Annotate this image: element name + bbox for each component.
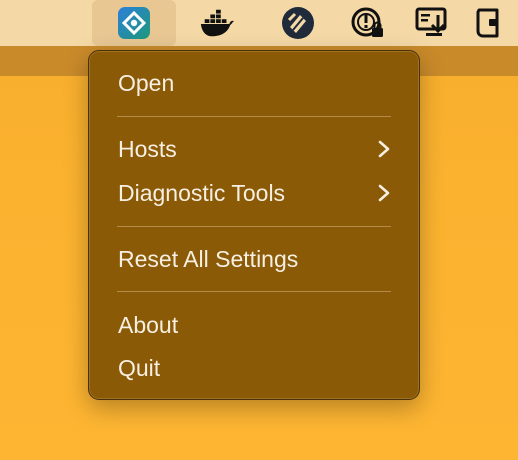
- menu-item-label: Quit: [118, 354, 161, 381]
- chevron-right-icon: [378, 184, 390, 202]
- chevron-right-icon: [378, 140, 390, 158]
- vpn-tray-button[interactable]: [350, 5, 386, 41]
- menu-item-hosts[interactable]: Hosts: [90, 129, 418, 169]
- menu-item-quit[interactable]: Quit: [90, 348, 418, 388]
- download-display-icon: [415, 7, 447, 36]
- wallet-tray-button[interactable]: [470, 5, 506, 41]
- menu-item-label: Hosts: [118, 135, 177, 162]
- menu-item-label: About: [118, 311, 179, 338]
- menu-item-about[interactable]: About: [90, 305, 418, 345]
- vpn-lock-icon: [351, 7, 383, 37]
- context-menu: Open Hosts Diagnostic Tools Reset All Se…: [88, 50, 420, 400]
- download-tray-button[interactable]: [414, 5, 450, 41]
- docker-icon: [200, 9, 235, 37]
- menu-item-label: Open: [118, 69, 175, 96]
- menu-separator: [117, 226, 391, 227]
- hosts-app-tray-button[interactable]: [92, 0, 176, 46]
- menu-item-label: Diagnostic Tools: [118, 179, 286, 206]
- docker-tray-button[interactable]: [199, 5, 235, 41]
- wallet-icon: [476, 8, 499, 38]
- menu-item-open[interactable]: Open: [90, 63, 418, 103]
- menu-separator: [117, 116, 391, 117]
- menu-separator: [117, 291, 391, 292]
- menu-bar: [0, 0, 518, 46]
- menu-item-reset-all-settings[interactable]: Reset All Settings: [90, 239, 418, 279]
- menu-item-diagnostic-tools[interactable]: Diagnostic Tools: [90, 173, 418, 213]
- shield-app-tray-button[interactable]: [280, 5, 316, 41]
- app-shield-icon: [282, 7, 314, 39]
- menu-item-label: Reset All Settings: [118, 245, 299, 272]
- hosts-app-icon: [118, 7, 150, 39]
